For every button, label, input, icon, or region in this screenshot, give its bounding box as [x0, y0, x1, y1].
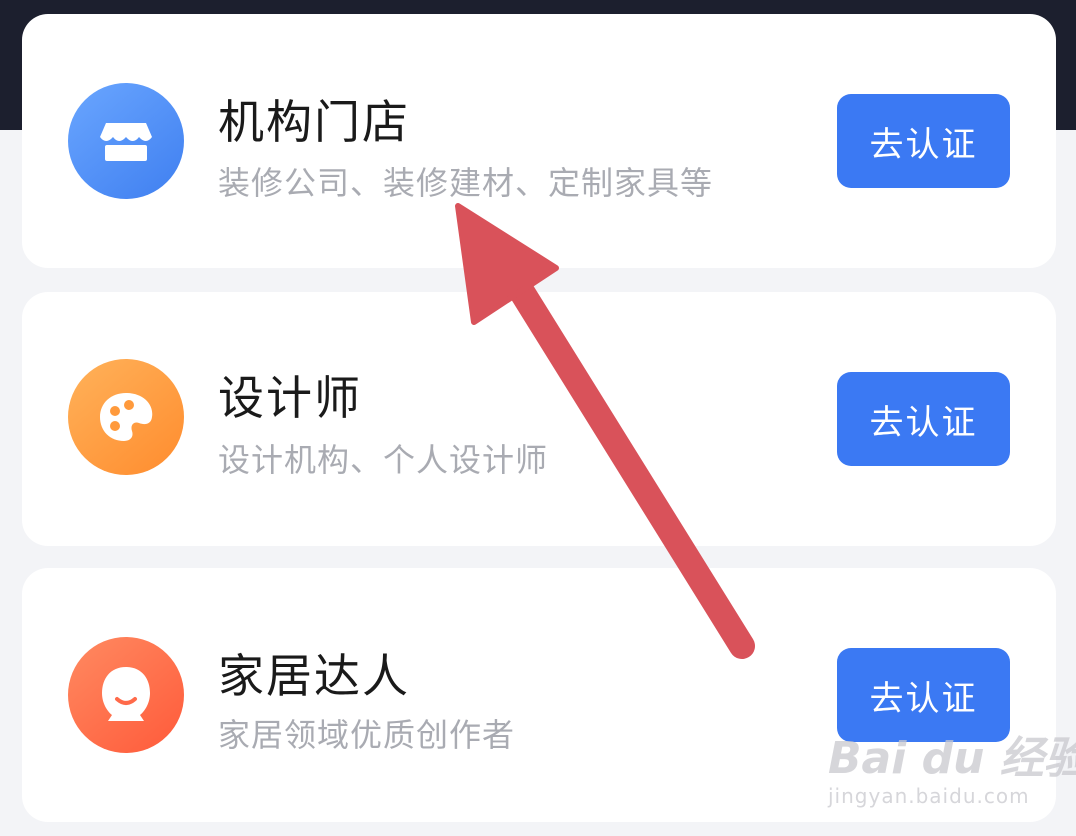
card-subtitle: 设计机构、个人设计师 [218, 441, 549, 479]
card-title: 设计师 [218, 371, 362, 425]
verification-card-designer: 设计师 设计机构、个人设计师 去认证 [22, 292, 1056, 546]
card-subtitle: 家居领域优质创作者 [218, 716, 516, 754]
store-icon [68, 83, 184, 199]
verify-button-designer[interactable]: 去认证 [837, 372, 1010, 466]
verify-button-store[interactable]: 去认证 [837, 94, 1010, 188]
card-title: 家居达人 [218, 649, 410, 703]
person-icon [68, 637, 184, 753]
card-title: 机构门店 [218, 95, 410, 149]
verification-card-store: 机构门店 装修公司、装修建材、定制家具等 去认证 [22, 14, 1056, 268]
palette-icon [68, 359, 184, 475]
watermark-brand: Bai du 经验 [828, 733, 1076, 784]
baidu-watermark: Bai du 经验 jingyan.baidu.com [828, 718, 1076, 818]
card-subtitle: 装修公司、装修建材、定制家具等 [218, 164, 714, 202]
watermark-url: jingyan.baidu.com [828, 784, 1030, 808]
